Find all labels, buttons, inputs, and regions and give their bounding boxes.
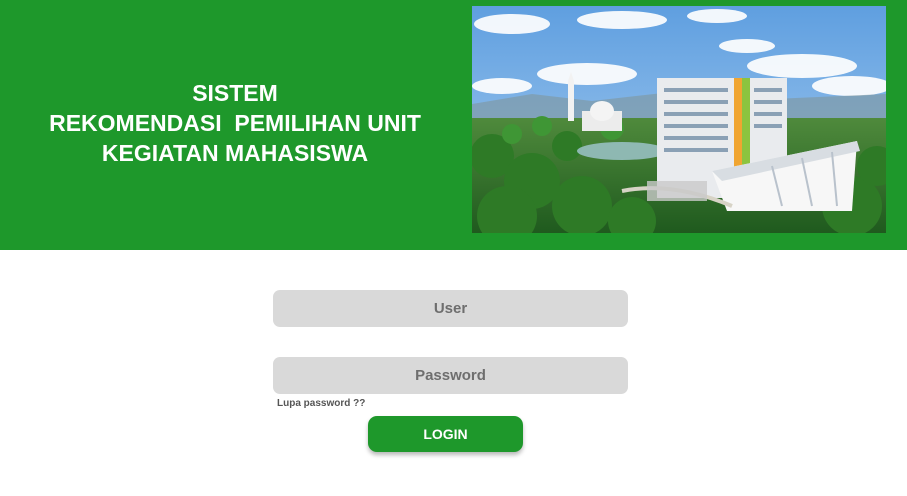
forgot-password-link[interactable]: Lupa password ??: [277, 398, 365, 409]
login-button[interactable]: LOGIN: [368, 416, 523, 452]
password-input[interactable]: [273, 357, 628, 394]
campus-photo: [472, 6, 886, 233]
app-title-line-3: KEGIATAN MAHASISWA: [101, 140, 369, 166]
header-banner: SISTEM REKOMENDASI PEMILIHAN UNIT KEGIAT…: [0, 0, 907, 250]
app-title-line-2: REKOMENDASI PEMILIHAN UNIT: [49, 110, 421, 136]
app-title-line-1: SISTEM: [192, 80, 278, 106]
app-title: SISTEM REKOMENDASI PEMILIHAN UNIT KEGIAT…: [0, 78, 470, 168]
user-input[interactable]: [273, 290, 628, 327]
